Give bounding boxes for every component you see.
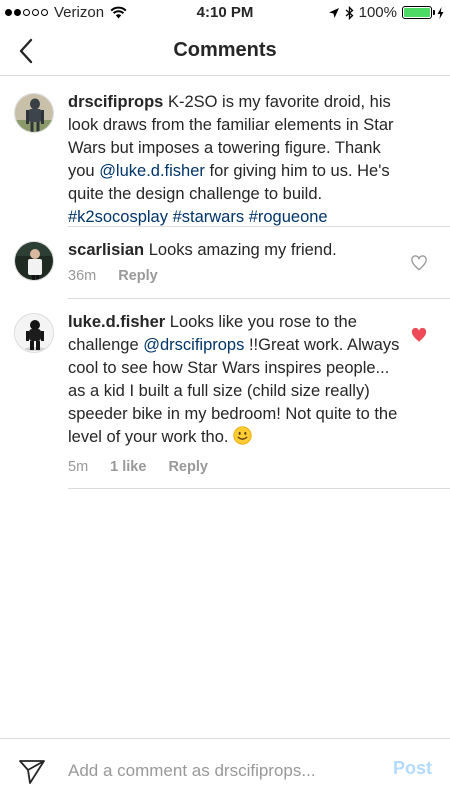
location-arrow-icon	[328, 7, 339, 18]
page-title: Comments	[173, 39, 277, 61]
post-button[interactable]: Post	[393, 758, 432, 779]
comment-meta: 5m 1 like Reply	[68, 459, 208, 475]
hashtag-link[interactable]: #rogueone	[249, 208, 328, 226]
reply-button[interactable]: Reply	[118, 268, 158, 284]
mention-link[interactable]: @luke.d.fisher	[99, 162, 205, 180]
username[interactable]: luke.d.fisher	[68, 313, 165, 331]
comment-input[interactable]	[68, 759, 368, 783]
comment-item: scarlisian Looks amazing my friend. 36m …	[0, 227, 450, 299]
avatar[interactable]	[14, 241, 54, 281]
status-bar: Verizon 4:10 PM 100%	[0, 0, 450, 26]
comment-time: 5m	[68, 459, 89, 475]
heart-filled-icon[interactable]	[410, 326, 428, 344]
comment-time: 36m	[68, 268, 97, 284]
avatar-image	[15, 314, 53, 352]
username[interactable]: scarlisian	[68, 241, 144, 259]
comment-text: drscifiprops K-2SO is my favorite droid,…	[68, 91, 408, 229]
comment-input-bar: Post	[0, 738, 450, 800]
avatar[interactable]	[14, 313, 54, 353]
battery-level	[404, 8, 430, 17]
battery-percent: 100%	[358, 4, 397, 21]
caption-comment: drscifiprops K-2SO is my favorite droid,…	[0, 77, 450, 227]
hashtag-link[interactable]: #starwars	[173, 208, 245, 226]
paper-plane-icon[interactable]	[18, 757, 46, 785]
charging-bolt-icon	[437, 6, 444, 19]
bluetooth-icon	[345, 5, 354, 20]
divider	[68, 488, 450, 489]
comment-item: luke.d.fisher Looks like you rose to the…	[0, 299, 450, 489]
comment-body: Looks amazing my friend.	[148, 241, 337, 259]
reply-button[interactable]: Reply	[168, 459, 208, 475]
username[interactable]: drscifiprops	[68, 93, 163, 111]
slightly-smiling-face-icon	[233, 426, 252, 445]
comment-text: luke.d.fisher Looks like you rose to the…	[68, 311, 408, 449]
likes-count[interactable]: 1 like	[110, 459, 146, 475]
mention-link[interactable]: @drscifiprops	[143, 336, 244, 354]
hashtag-link[interactable]: #k2socosplay	[68, 208, 168, 226]
avatar-image	[15, 94, 53, 132]
heart-outline-icon[interactable]	[410, 254, 428, 272]
nav-bar: Comments	[0, 26, 450, 76]
comment-text: scarlisian Looks amazing my friend.	[68, 239, 408, 262]
status-right: 100%	[328, 4, 444, 21]
battery-icon	[402, 6, 435, 19]
avatar-image	[15, 242, 53, 280]
avatar[interactable]	[14, 93, 54, 133]
comment-meta: 36m Reply	[68, 268, 158, 284]
